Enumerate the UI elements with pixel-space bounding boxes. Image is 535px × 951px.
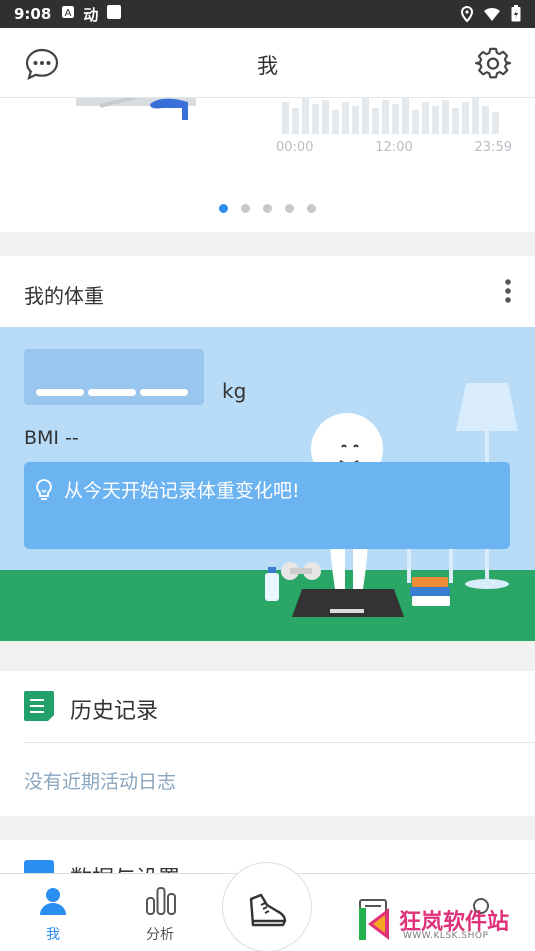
carousel-page-indicator[interactable] [0, 204, 535, 213]
watermark-logo [359, 908, 389, 940]
nav-label-analysis: 分析 [146, 927, 174, 943]
status-bar: 9:08 A 动 [0, 0, 535, 28]
activity-carousel[interactable]: 00:00 12:00 23:59 [0, 98, 535, 232]
page-dot[interactable] [307, 204, 316, 213]
weight-tip-text: 从今天开始记录体重变化吧! [64, 480, 300, 502]
start-exercise-button[interactable] [222, 862, 312, 951]
running-shoe-icon [249, 893, 287, 927]
more-options-button[interactable] [501, 278, 515, 306]
nav-tab-me[interactable]: 我 [8, 874, 98, 951]
history-empty-text: 没有近期活动日志 [24, 771, 177, 793]
divider [24, 742, 535, 743]
gear-icon [474, 47, 512, 79]
weight-value-box [24, 349, 204, 405]
weight-placeholder-dash [140, 389, 188, 396]
page-dot[interactable] [241, 204, 250, 213]
history-list-icon [24, 691, 54, 721]
wifi-icon [483, 7, 501, 25]
nav-tab-analysis[interactable]: 分析 [115, 874, 205, 951]
notification-a-icon: A [61, 5, 75, 23]
nav-label-me: 我 [46, 927, 60, 943]
battery-icon [511, 5, 521, 26]
time-label-end: 23:59 [474, 140, 512, 155]
status-right [460, 5, 521, 26]
page-dot[interactable] [285, 204, 294, 213]
lightbulb-icon [36, 479, 52, 500]
weight-placeholder-dash [36, 389, 84, 396]
location-icon [460, 5, 474, 26]
more-vertical-icon [505, 279, 511, 303]
weight-tip-banner[interactable]: 从今天开始记录体重变化吧! [24, 462, 510, 549]
person-icon [40, 888, 66, 915]
page-title: 我 [257, 54, 278, 78]
history-title: 历史记录 [70, 699, 159, 724]
settings-button[interactable] [474, 46, 512, 82]
time-axis-labels: 00:00 12:00 23:59 [276, 140, 512, 155]
weight-placeholder-dash [88, 389, 136, 396]
site-watermark: 狂岚软件站 WWW.KLSK.SHOP [359, 900, 527, 946]
weight-unit: kg [222, 379, 247, 403]
history-card[interactable]: 历史记录 没有近期活动日志 [0, 671, 535, 816]
time-label-start: 00:00 [276, 140, 314, 155]
svg-text:A: A [65, 8, 72, 19]
time-label-mid: 12:00 [375, 140, 413, 155]
app-screen: 9:08 A 动 我 00:00 12:00 23:59 我的体重 kg BMI… [0, 0, 535, 951]
status-time: 9:08 [14, 5, 52, 23]
page-dot[interactable] [263, 204, 272, 213]
page-dot[interactable] [219, 204, 228, 213]
notification-square-icon [106, 4, 122, 24]
bar-chart-icon [146, 887, 176, 915]
weight-card-header: 我的体重 [0, 256, 535, 327]
status-app-badge: 动 [83, 5, 99, 24]
watermark-url: WWW.KLSK.SHOP [403, 931, 489, 941]
weight-card-body[interactable]: kg BMI -- 从今天开始记录体重变化吧! [0, 327, 535, 641]
app-header: 我 [0, 28, 535, 98]
sleep-bars [282, 98, 499, 134]
weight-card-title: 我的体重 [24, 284, 104, 308]
bmi-value: BMI -- [24, 427, 79, 449]
